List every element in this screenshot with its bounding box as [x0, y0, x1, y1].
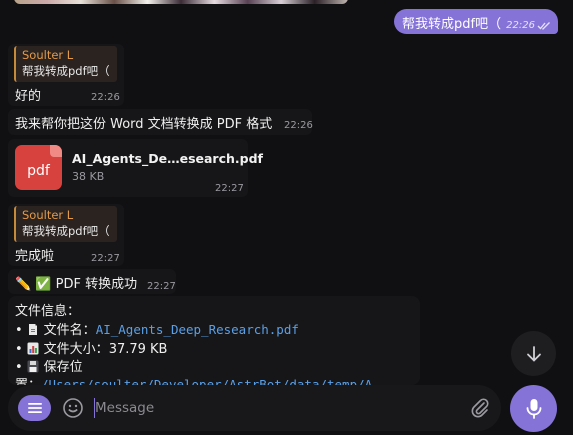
document-icon — [28, 324, 37, 335]
pdf-icon-label: pdf — [27, 163, 50, 179]
file-location-path: 置：/Users/soulter/Developer/AstrBot/data/… — [15, 374, 372, 385]
file-size: 38 KB — [72, 170, 105, 183]
file-name[interactable]: AI_Agents_De…esearch.pdf — [72, 151, 263, 166]
message-time: 22:26 — [91, 92, 120, 103]
microphone-icon — [526, 398, 541, 419]
file-location-value: /Users/soulter/Developer/AstrBot/data/te… — [41, 377, 373, 385]
reply-quote[interactable]: Soulter L 帮我转成pdf吧（ — [14, 46, 117, 82]
file-location-label: 保存位 — [43, 360, 83, 375]
message-time: 22:27 — [91, 253, 120, 264]
reply-sender: Soulter L — [22, 208, 74, 222]
file-size-label: 文件大小： — [43, 342, 109, 357]
emoji-icon[interactable] — [62, 397, 84, 419]
message-time: 22:27 — [147, 281, 176, 292]
message-text: ✏️ ✅ PDF 转换成功 — [15, 277, 138, 292]
media-thumbnail-strip[interactable] — [14, 0, 348, 4]
voice-record-button[interactable] — [510, 385, 557, 432]
outgoing-time: 22:26 — [506, 20, 535, 31]
file-name-value: AI_Agents_Deep_Research.pdf — [95, 322, 299, 337]
message-input[interactable] — [95, 397, 465, 419]
reply-sender: Soulter L — [22, 48, 74, 62]
file-name-line: • 文件名：AI_Agents_Deep_Research.pdf — [15, 322, 299, 338]
reply-text: 帮我转成pdf吧（ — [22, 224, 110, 238]
file-name-label: 文件名： — [43, 323, 96, 338]
message-time: 22:27 — [215, 183, 244, 194]
outgoing-text: 帮我转成pdf吧（ — [402, 17, 502, 32]
file-location-cont: 置： — [15, 378, 41, 385]
outgoing-message[interactable]: 帮我转成pdf吧（ 22:26 — [394, 9, 558, 34]
bar-chart-icon — [27, 342, 39, 355]
chat-area[interactable]: 帮我转成pdf吧（ 22:26 Soulter L 帮我转成pdf吧（ 好的 2… — [0, 0, 573, 385]
floppy-disk-icon — [27, 360, 39, 373]
menu-icon — [27, 403, 42, 413]
menu-button[interactable] — [18, 395, 51, 421]
paperclip-icon[interactable] — [469, 397, 491, 419]
message-composer — [8, 385, 501, 431]
reply-text: 帮我转成pdf吧（ — [22, 64, 110, 78]
file-size-value: 37.79 KB — [108, 342, 168, 357]
file-location-line: • 保存位 — [15, 360, 83, 375]
reply-quote[interactable]: Soulter L 帮我转成pdf吧（ — [14, 206, 117, 242]
scroll-down-button[interactable] — [511, 331, 556, 376]
outgoing-meta: 22:26 — [506, 20, 551, 31]
message-text: 我来帮你把这份 Word 文档转换成 PDF 格式 — [15, 117, 273, 132]
file-size-line: • 文件大小：37.79 KB — [15, 342, 168, 357]
message-text: 好的 — [15, 89, 42, 104]
arrow-down-icon — [526, 345, 541, 362]
double-check-icon — [537, 22, 550, 30]
file-info-heading: 文件信息： — [15, 304, 81, 319]
message-text: 完成啦 — [15, 249, 55, 264]
message-time: 22:26 — [284, 120, 313, 131]
pdf-file-icon[interactable]: pdf — [15, 145, 62, 190]
